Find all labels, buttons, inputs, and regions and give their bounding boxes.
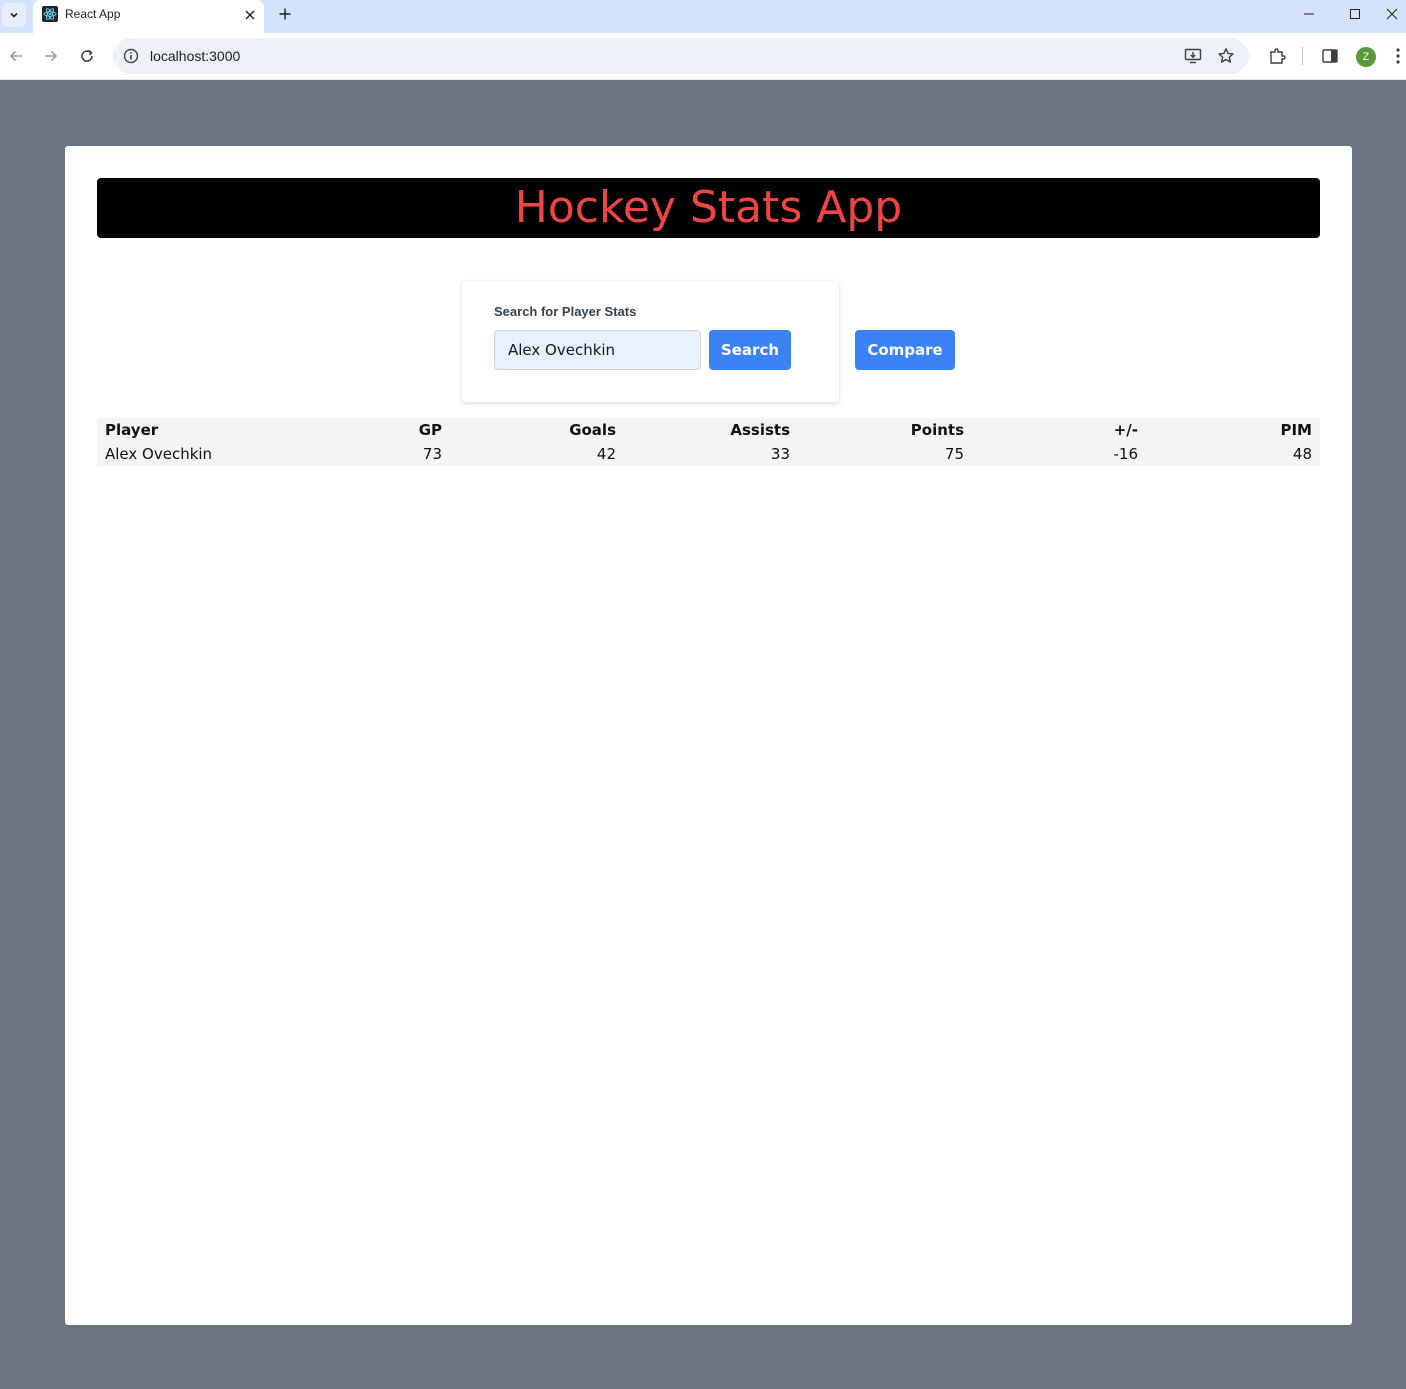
- avatar[interactable]: Z: [1356, 47, 1376, 67]
- column-header-player: Player: [105, 421, 159, 439]
- reload-icon[interactable]: [74, 43, 100, 69]
- chevron-down-icon[interactable]: [2, 3, 26, 27]
- table-header-row: Player GP Goals Assists Points +/- PIM: [97, 418, 1320, 442]
- table-row: Alex Ovechkin 73 42 33 75 -16 48: [97, 442, 1320, 466]
- address-bar[interactable]: localhost:3000: [113, 38, 1249, 74]
- app-header: Hockey Stats App: [97, 178, 1320, 238]
- cell-pim: 48: [1292, 445, 1312, 463]
- maximize-icon[interactable]: [1332, 0, 1378, 28]
- column-header-gp: GP: [418, 421, 442, 439]
- cell-gp: 73: [422, 445, 442, 463]
- cell-plus-minus: -16: [1113, 445, 1139, 463]
- cell-player: Alex Ovechkin: [105, 445, 213, 463]
- column-header-assists: Assists: [730, 421, 790, 439]
- browser-tab-bar: React App: [0, 0, 1406, 33]
- kebab-menu-icon[interactable]: [1391, 45, 1405, 67]
- cell-assists: 33: [770, 445, 790, 463]
- plus-icon[interactable]: [274, 3, 296, 25]
- star-icon[interactable]: [1216, 46, 1236, 66]
- close-icon[interactable]: [240, 5, 260, 25]
- search-input[interactable]: [494, 330, 701, 370]
- cell-goals: 42: [596, 445, 616, 463]
- minimize-icon[interactable]: [1286, 0, 1332, 28]
- arrow-right-icon[interactable]: [38, 43, 64, 69]
- install-icon[interactable]: [1183, 46, 1203, 66]
- side-panel-icon[interactable]: [1319, 45, 1341, 67]
- browser-toolbar: localhost:3000: [0, 33, 1406, 80]
- search-label: Search for Player Stats: [494, 304, 637, 319]
- compare-button[interactable]: Compare: [855, 330, 955, 370]
- url-text[interactable]: localhost:3000: [150, 48, 240, 64]
- column-header-pim: PIM: [1280, 421, 1312, 439]
- puzzle-icon[interactable]: [1266, 45, 1288, 67]
- info-icon[interactable]: [122, 47, 140, 65]
- react-icon: [42, 6, 58, 22]
- close-icon[interactable]: [1378, 0, 1406, 28]
- app-card: Hockey Stats App Search for Player Stats…: [65, 146, 1352, 1325]
- search-button[interactable]: Search: [709, 330, 791, 370]
- column-header-plus-minus: +/-: [1113, 421, 1138, 439]
- browser-tab[interactable]: React App: [33, 0, 264, 33]
- cell-points: 75: [944, 445, 964, 463]
- tab-title: React App: [65, 7, 121, 21]
- stats-table: Player GP Goals Assists Points +/- PIM A…: [97, 418, 1320, 466]
- search-panel: Search for Player Stats Search: [462, 281, 839, 402]
- toolbar-divider: [1302, 47, 1303, 65]
- arrow-left-icon[interactable]: [3, 43, 29, 69]
- column-header-goals: Goals: [569, 421, 616, 439]
- column-header-points: Points: [910, 421, 964, 439]
- page-title: Hockey Stats App: [514, 182, 903, 233]
